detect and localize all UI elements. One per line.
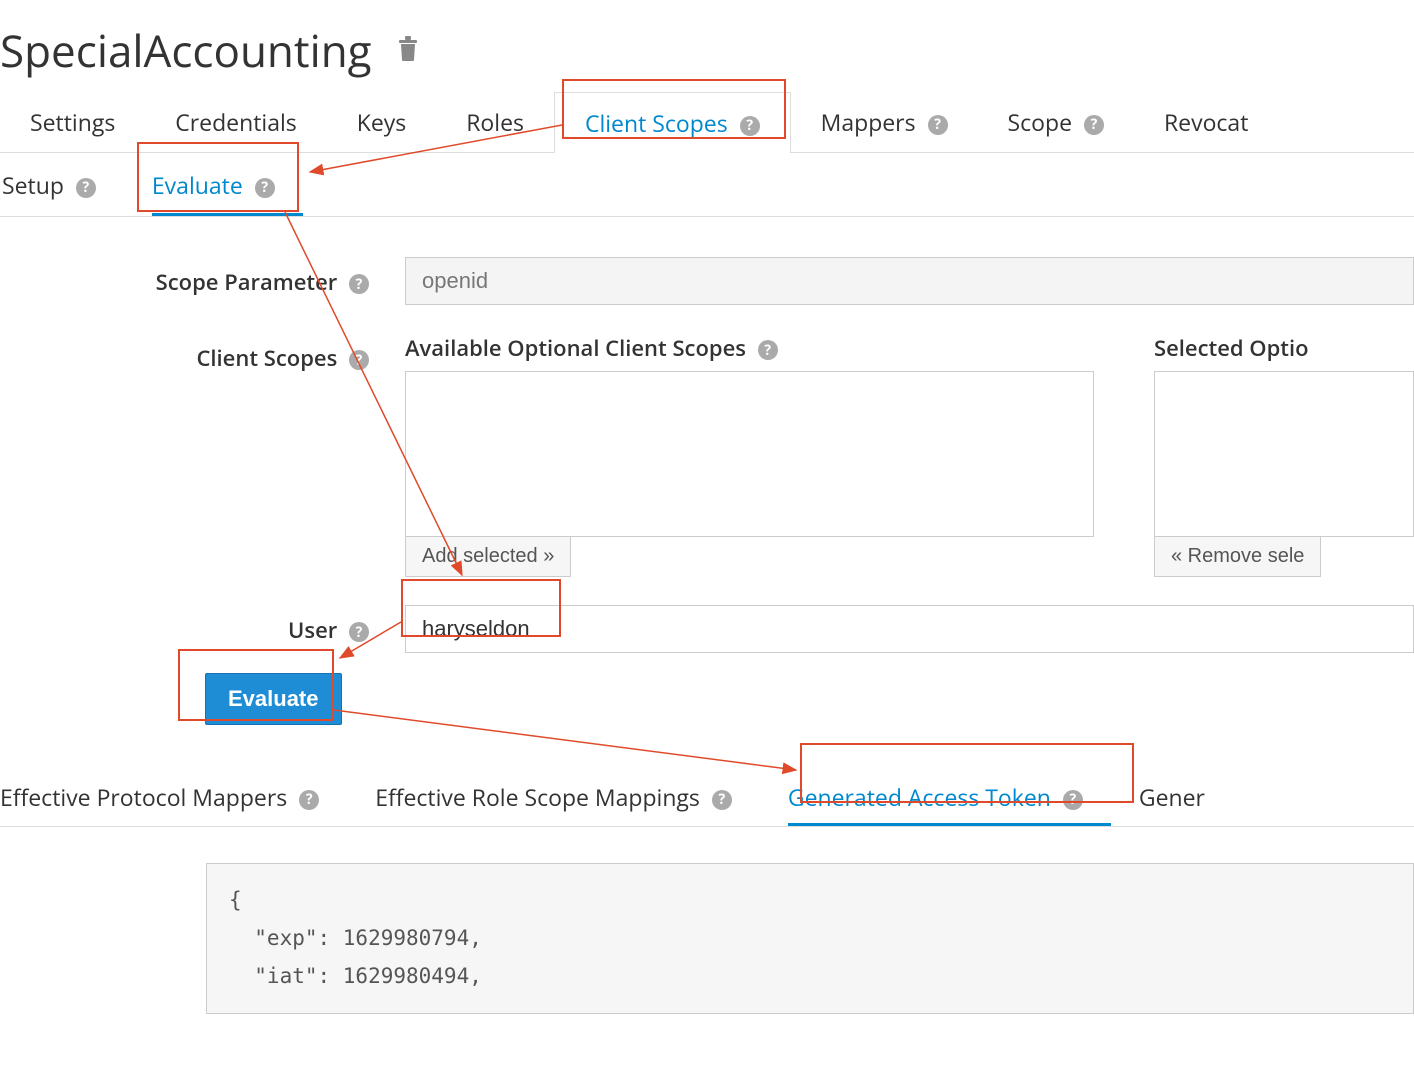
tab-scope[interactable]: Scope ?: [978, 92, 1134, 152]
scope-parameter-input[interactable]: [405, 257, 1414, 305]
token-output[interactable]: { "exp": 1629980794, "iat": 1629980494,: [206, 863, 1414, 1014]
row-evaluate-button: Evaluate: [0, 673, 1414, 725]
tab-generated-token[interactable]: Generated Access Token ?: [788, 781, 1111, 826]
user-label: User ?: [0, 605, 405, 645]
help-icon[interactable]: ?: [740, 116, 760, 136]
selected-scopes-label: Selected Optio: [1154, 333, 1414, 363]
remove-selected-button[interactable]: « Remove sele: [1154, 536, 1321, 577]
help-icon[interactable]: ?: [349, 274, 369, 294]
subtab-setup-label: Setup: [2, 169, 64, 201]
help-icon[interactable]: ?: [1063, 790, 1083, 810]
sub-tabs: Setup ? Evaluate ?: [0, 153, 1414, 217]
tab-credentials[interactable]: Credentials: [145, 92, 326, 152]
help-icon[interactable]: ?: [712, 790, 732, 810]
row-client-scopes: Client Scopes ? Available Optional Clien…: [0, 333, 1414, 577]
form-area: Scope Parameter ? Client Scopes ? Availa…: [0, 217, 1414, 725]
tab-keys[interactable]: Keys: [327, 92, 436, 152]
tab-client-scopes-label: Client Scopes: [585, 107, 728, 139]
available-scopes-select[interactable]: [405, 371, 1094, 537]
scope-parameter-label: Scope Parameter ?: [0, 257, 405, 297]
tab-mappers[interactable]: Mappers ?: [791, 92, 978, 152]
tab-revocation[interactable]: Revocat: [1134, 92, 1278, 152]
tab-roles[interactable]: Roles: [436, 92, 554, 152]
available-scopes-label: Available Optional Client Scopes: [405, 333, 746, 363]
result-tabs: Effective Protocol Mappers ? Effective R…: [0, 753, 1414, 827]
available-scopes-column: Available Optional Client Scopes ? Add s…: [405, 333, 1094, 577]
user-input[interactable]: [405, 605, 1414, 653]
main-tabs: Settings Credentials Keys Roles Client S…: [0, 92, 1414, 153]
tab-scope-label: Scope: [1008, 106, 1072, 138]
tab-settings[interactable]: Settings: [0, 92, 145, 152]
trash-icon[interactable]: [396, 30, 420, 71]
evaluate-button[interactable]: Evaluate: [205, 673, 342, 725]
tab-client-scopes[interactable]: Client Scopes ?: [554, 92, 791, 153]
help-icon[interactable]: ?: [758, 340, 778, 360]
help-icon[interactable]: ?: [1084, 115, 1104, 135]
selected-scopes-select[interactable]: [1154, 371, 1414, 537]
help-icon[interactable]: ?: [928, 115, 948, 135]
page-title: SpecialAccounting: [0, 20, 372, 80]
tab-mappers-label: Mappers: [821, 106, 916, 138]
selected-scopes-column: Selected Optio « Remove sele: [1154, 333, 1414, 577]
subtab-setup[interactable]: Setup ?: [2, 169, 124, 216]
help-icon[interactable]: ?: [255, 178, 275, 198]
row-user: User ?: [0, 605, 1414, 653]
help-icon[interactable]: ?: [76, 178, 96, 198]
tab-gener[interactable]: Gener: [1139, 781, 1233, 826]
subtab-evaluate-label: Evaluate: [152, 169, 243, 201]
help-icon[interactable]: ?: [349, 622, 369, 642]
tab-effective-role[interactable]: Effective Role Scope Mappings ?: [375, 781, 760, 826]
page-header: SpecialAccounting: [0, 0, 1414, 92]
add-selected-button[interactable]: Add selected »: [405, 536, 571, 577]
tab-effective-mappers[interactable]: Effective Protocol Mappers ?: [0, 781, 347, 826]
client-scopes-label: Client Scopes ?: [0, 333, 405, 373]
row-scope-parameter: Scope Parameter ?: [0, 257, 1414, 305]
subtab-evaluate[interactable]: Evaluate ?: [152, 169, 303, 216]
help-icon[interactable]: ?: [299, 790, 319, 810]
help-icon[interactable]: ?: [349, 350, 369, 370]
